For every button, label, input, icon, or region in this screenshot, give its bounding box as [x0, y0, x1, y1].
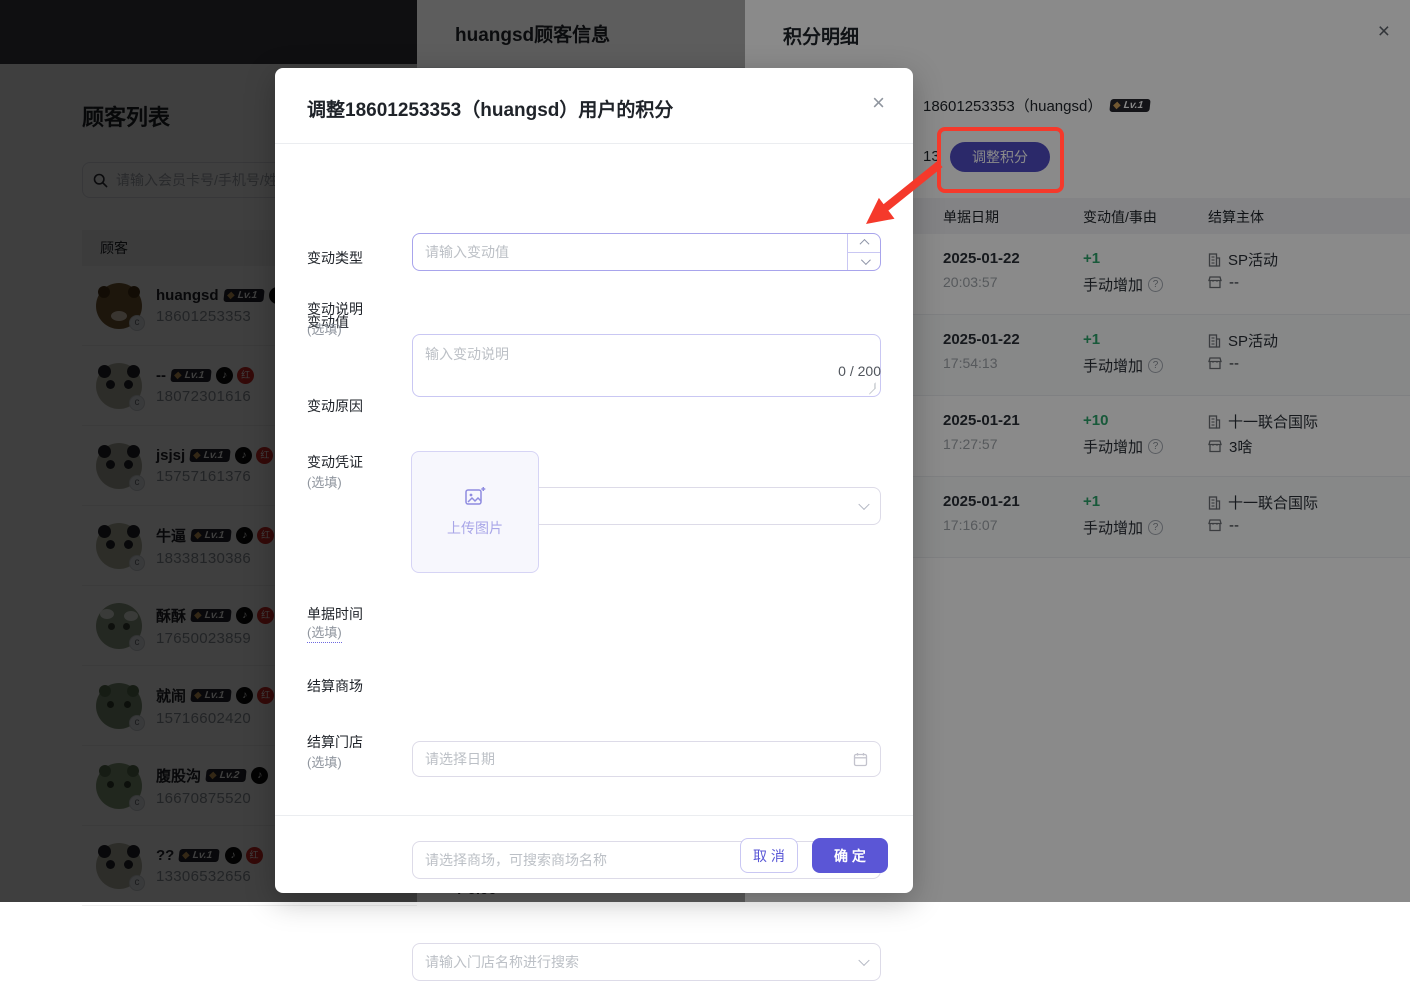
- field-label-change-type: 变动类型: [307, 248, 363, 268]
- divider: [275, 815, 913, 816]
- adjust-points-modal: 调整18601253353（huangsd）用户的积分 × 变动类型 增加 减少…: [275, 68, 913, 893]
- cancel-button[interactable]: 取 消: [740, 838, 798, 873]
- doc-date-picker[interactable]: 请选择日期: [412, 741, 881, 777]
- field-label-change-desc: 变动说明: [307, 299, 363, 319]
- optional-tag: (选填): [307, 622, 342, 643]
- change-value-input[interactable]: 请输入变动值: [412, 233, 881, 271]
- stepper-down-button[interactable]: [848, 252, 880, 271]
- calendar-icon: [853, 752, 868, 767]
- mall-select[interactable]: 请选择商场，可搜索商场名称: [412, 841, 881, 879]
- confirm-button[interactable]: 确 定: [812, 838, 888, 873]
- optional-tag: (选填): [307, 472, 342, 491]
- close-icon[interactable]: ×: [872, 92, 885, 114]
- image-upload-icon: [464, 486, 486, 508]
- field-label-change-reason: 变动原因: [307, 396, 363, 416]
- field-label-voucher: 变动凭证: [307, 452, 363, 472]
- resize-handle-icon[interactable]: [869, 382, 875, 395]
- annotation-arrow-icon: [840, 150, 970, 245]
- char-counter: 0 / 200: [412, 363, 881, 379]
- modal-title: 调整18601253353（huangsd）用户的积分: [307, 95, 673, 122]
- field-label-doc-time: 单据时间: [307, 604, 363, 624]
- chevron-down-icon: [860, 255, 870, 265]
- chevron-down-icon: [858, 955, 869, 966]
- chevron-down-icon: [858, 499, 869, 510]
- store-select[interactable]: 请输入门店名称进行搜索: [412, 943, 881, 981]
- divider: [275, 143, 913, 144]
- field-label-store: 结算门店: [307, 732, 363, 752]
- optional-tag: (选填): [307, 752, 342, 771]
- optional-tag: (选填): [307, 319, 342, 338]
- field-label-mall: 结算商场: [307, 676, 363, 696]
- upload-image-button[interactable]: 上传图片: [411, 451, 539, 573]
